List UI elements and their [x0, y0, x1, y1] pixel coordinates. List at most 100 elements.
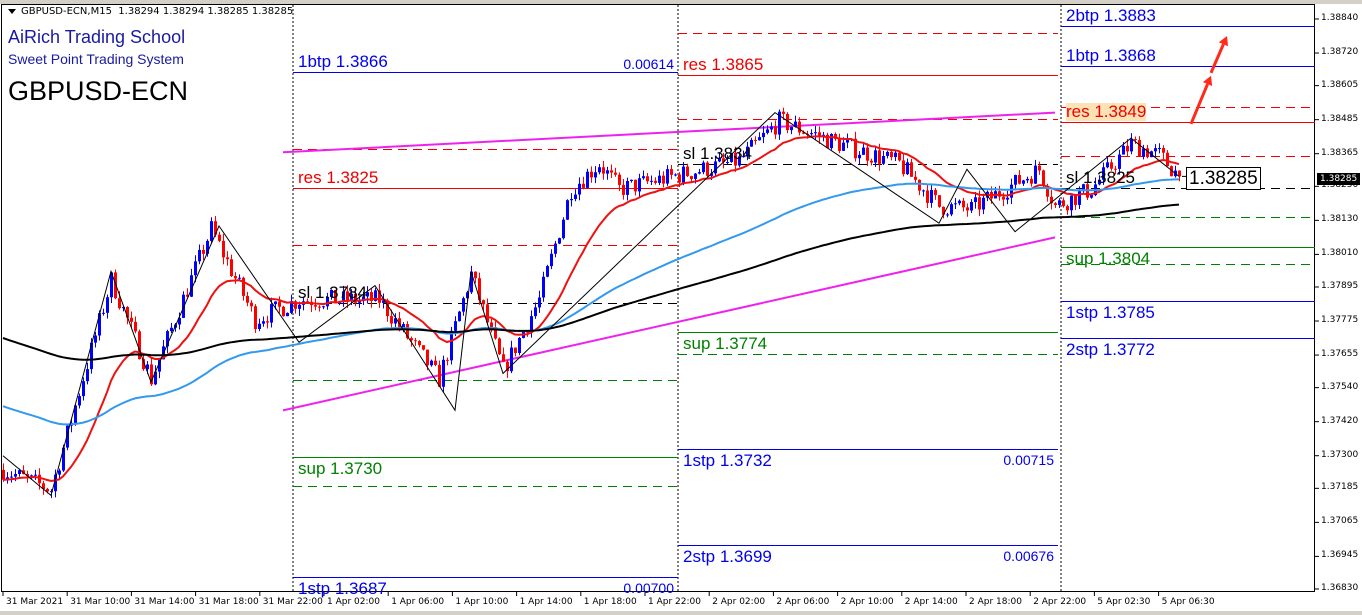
- candle-bull: [102, 312, 105, 314]
- candle-bear: [754, 139, 757, 141]
- candle-bull: [570, 199, 573, 201]
- time-tick-label: 31 Mar 2021: [6, 597, 64, 607]
- candle-bear: [706, 162, 709, 176]
- candle-bear: [1134, 139, 1137, 141]
- candle-bear: [202, 249, 205, 254]
- candle-bear: [978, 197, 981, 210]
- candle-bear: [282, 306, 285, 317]
- candle-bull: [1118, 154, 1121, 169]
- candle-bull: [946, 214, 949, 216]
- candle-bull: [862, 147, 865, 155]
- candle-bear: [1018, 175, 1021, 184]
- candle-bear: [934, 189, 937, 196]
- time-tick-label: 1 Apr 02:00: [327, 597, 380, 607]
- candle-bear: [926, 190, 929, 203]
- candle-bear: [314, 305, 317, 307]
- candle-bull: [262, 321, 265, 324]
- candle-bull: [1006, 197, 1009, 200]
- candle-bear: [1138, 140, 1141, 157]
- candle-bull: [766, 129, 769, 133]
- candle-bull: [1106, 162, 1109, 168]
- candle-bull: [958, 200, 961, 204]
- candle-bear: [838, 138, 841, 151]
- time-tick-label: 31 Mar 10:00: [70, 597, 131, 607]
- candle-bear: [434, 360, 437, 365]
- time-tick-label: 2 Apr 10:00: [840, 597, 894, 607]
- candle-bear: [254, 306, 257, 330]
- level-label: 1btp 1.3866: [298, 51, 388, 71]
- candle-bear: [390, 316, 393, 324]
- candle-bear: [602, 167, 605, 174]
- candle-bear: [590, 171, 593, 178]
- candle-bear: [662, 175, 665, 184]
- candle-bull: [1070, 195, 1073, 211]
- price-tick-label: 1.36830: [1321, 583, 1359, 593]
- level-label: 2stp 1.3699: [683, 546, 772, 566]
- candle-bull: [538, 297, 541, 308]
- candle-bull: [258, 323, 261, 330]
- candle-bull: [982, 197, 985, 210]
- candle-bull: [658, 175, 661, 183]
- candle-bear: [1074, 195, 1077, 205]
- candle-bear: [2, 469, 5, 480]
- candle-bull: [286, 312, 289, 317]
- candle-bear: [634, 179, 637, 192]
- candle-bull: [702, 162, 705, 173]
- candle-bear: [914, 176, 917, 180]
- candle-bull: [810, 133, 813, 135]
- candle-bear: [278, 301, 281, 307]
- candle-bear: [498, 338, 501, 355]
- candle-bull: [14, 474, 17, 477]
- candle-bear: [910, 162, 913, 177]
- level-label: 2stp 1.3772: [1066, 339, 1155, 359]
- level-label: res 1.3849: [1066, 101, 1147, 121]
- candle-bull: [534, 307, 537, 317]
- candle-bull: [198, 249, 201, 262]
- candle-bull: [34, 474, 37, 476]
- candle-bull: [858, 154, 861, 159]
- candle-bull: [274, 301, 277, 305]
- candle-bull: [954, 203, 957, 205]
- candle-bear: [418, 340, 421, 346]
- candle-bear: [234, 276, 237, 279]
- level-label: 2btp 1.3883: [1066, 5, 1156, 25]
- candle-bull: [1078, 191, 1081, 205]
- level-label: res 1.3865: [683, 54, 764, 74]
- time-tick-label: 1 Apr 14:00: [519, 597, 573, 607]
- candle-bull: [518, 337, 521, 353]
- level-label: sup 1.3774: [683, 333, 768, 353]
- candle-bear: [610, 170, 613, 173]
- price-chart[interactable]: [0, 0, 1362, 615]
- time-tick-label: 2 Apr 02:00: [712, 597, 766, 607]
- candle-bull: [814, 132, 817, 134]
- candle-bear: [898, 152, 901, 161]
- price-tick-label: 1.38130: [1321, 214, 1359, 225]
- time-tick-label: 2 Apr 06:00: [776, 597, 830, 607]
- candle-bear: [1126, 145, 1129, 152]
- candle-bear: [1030, 178, 1033, 184]
- level-distance-value: 0.00676: [1003, 547, 1054, 564]
- candle-bull: [758, 137, 761, 141]
- trendline: [282, 111, 1056, 154]
- dropdown-triangle-icon[interactable]: [8, 8, 16, 14]
- candle-bear: [318, 306, 321, 308]
- price-tick-label: 1.38485: [1321, 113, 1359, 124]
- candle-bear: [646, 176, 649, 182]
- candle-bull: [638, 178, 641, 192]
- candle-bull: [694, 173, 697, 179]
- price-tick-label: 1.38840: [1321, 13, 1359, 23]
- level-label: sl 1.3834: [683, 143, 752, 163]
- price-tick-label: 1.36945: [1321, 550, 1359, 561]
- candle-bull: [542, 276, 545, 298]
- candle-bull: [1022, 180, 1025, 184]
- candle-bull: [1154, 148, 1157, 152]
- candle-bull: [770, 126, 773, 130]
- candle-bear: [1002, 196, 1005, 200]
- candle-bull: [402, 324, 405, 328]
- candle-bear: [690, 176, 693, 179]
- candle-bull: [562, 219, 565, 239]
- candle-bull: [94, 335, 97, 343]
- candle-bull: [574, 194, 577, 200]
- candle-bull: [930, 189, 933, 203]
- candle-bear: [582, 183, 585, 188]
